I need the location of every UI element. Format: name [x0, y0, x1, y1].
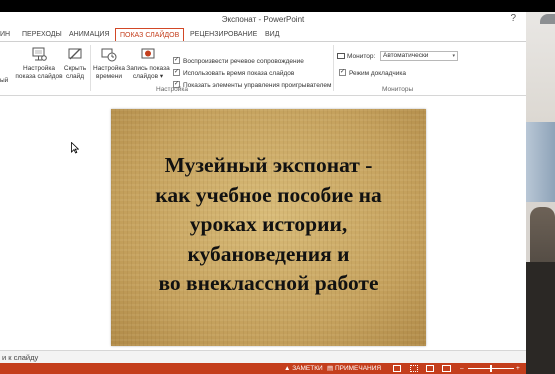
tab-design[interactable]: ИН: [0, 28, 10, 42]
setup-show-label-1: Настройка: [23, 65, 55, 72]
slide-sorter-icon[interactable]: [410, 365, 418, 372]
checkbox-narrations[interactable]: ✓ Воспроизвести речевое сопровождение: [173, 56, 304, 66]
rehearse-label-2: времени: [96, 73, 122, 80]
record-label-1: Запись показа: [126, 65, 170, 72]
slide-title[interactable]: Музейный экспонат - как учебное пособие …: [111, 151, 426, 299]
powerpoint-window: Экспонат - PowerPoint ? ИН ПЕРЕХОДЫ АНИМ…: [0, 12, 526, 374]
monitor-icon: [337, 53, 345, 60]
tab-transitions[interactable]: ПЕРЕХОДЫ: [22, 28, 62, 42]
title-bar: Экспонат - PowerPoint ?: [0, 12, 526, 28]
zoom-slider-thumb[interactable]: [490, 365, 492, 372]
zoom-in-button[interactable]: +: [516, 364, 520, 373]
ribbon-separator: [333, 45, 334, 91]
chevron-down-icon: ▾: [452, 53, 455, 59]
zoom-out-button[interactable]: –: [460, 364, 464, 373]
slide-canvas[interactable]: Музейный экспонат - как учебное пособие …: [111, 109, 426, 346]
checkbox-use-timings[interactable]: ✓ Использовать время показа слайдов: [173, 68, 295, 78]
setup-slide-show-button[interactable]: Настройка показа слайдов: [15, 46, 63, 81]
checkbox-presenter-view[interactable]: ✓ Режим докладчика: [339, 68, 406, 78]
webcam-background: [526, 12, 555, 122]
custom-show-button-partial[interactable]: ый: [0, 77, 8, 85]
mouse-cursor-icon: [71, 142, 79, 154]
slide-title-line: уроках истории,: [189, 212, 348, 236]
notes-pane[interactable]: и к слайду: [0, 350, 526, 363]
screen: Экспонат - PowerPoint ? ИН ПЕРЕХОДЫ АНИМ…: [0, 0, 555, 374]
lamp-image: [540, 14, 555, 24]
narrations-label: Воспроизвести речевое сопровождение: [183, 58, 304, 65]
tab-view[interactable]: ВИД: [265, 28, 279, 42]
monitor-select-value: Автоматически: [383, 52, 429, 59]
help-button[interactable]: ?: [510, 13, 516, 24]
media-controls-label: Показать элементы управления проигрывате…: [183, 82, 332, 89]
record-label-2: слайдов: [132, 73, 159, 80]
setup-show-icon: [31, 46, 47, 62]
hide-slide-label-1: Скрыть: [63, 65, 87, 72]
monitor-select[interactable]: Автоматически ▾: [380, 51, 458, 61]
monitor-field: Монитор:: [337, 52, 375, 61]
chevron-down-icon[interactable]: ▾: [160, 73, 163, 80]
presenter-view-label: Режим докладчика: [349, 70, 406, 77]
notes-toggle-button[interactable]: ▲ ЗАМЕТКИ: [284, 364, 323, 373]
reading-view-icon[interactable]: [426, 365, 434, 372]
tab-review[interactable]: РЕЦЕНЗИРОВАНИЕ: [190, 28, 257, 42]
rehearse-label-1: Настройка: [93, 65, 125, 72]
comments-toggle-button[interactable]: ▤ ПРИМЕЧАНИЯ: [327, 364, 381, 373]
slide-title-line: как учебное пособие на: [155, 182, 382, 207]
slide-title-line: во внеклассной работе: [158, 271, 379, 295]
ribbon-tabs: ИН ПЕРЕХОДЫ АНИМАЦИЯ ПОКАЗ СЛАЙДОВ РЕЦЕН…: [0, 28, 526, 42]
slide-title-line: Музейный экспонат -: [164, 153, 373, 177]
ribbon-separator: [90, 45, 91, 91]
normal-view-icon[interactable]: [393, 365, 401, 372]
notes-icon: ▲: [284, 365, 293, 372]
hide-slide-button[interactable]: Скрыть слайд: [63, 46, 87, 81]
hide-slide-icon: [67, 46, 83, 62]
checkbox-media-controls[interactable]: ✓ Показать элементы управления проигрыват…: [173, 80, 332, 90]
check-icon: ✓: [173, 68, 180, 76]
setup-show-label-2: показа слайдов: [15, 73, 63, 80]
slide-title-line: кубановедения и: [187, 241, 350, 266]
group-label-setup: Настройка: [156, 86, 188, 93]
record-icon: [140, 46, 156, 62]
monitor-label: Монитор:: [347, 53, 376, 60]
ribbon-slide-show: ый Настройка показа слайдов Скрыть слайд…: [0, 42, 526, 96]
comments-toggle-label: ПРИМЕЧАНИЯ: [334, 365, 382, 372]
slideshow-view-icon[interactable]: [442, 365, 451, 372]
window-image: [526, 122, 555, 202]
notes-placeholder: и к слайду: [2, 353, 39, 362]
use-timings-label: Использовать время показа слайдов: [183, 70, 295, 77]
webcam-overlay: [526, 12, 555, 374]
notes-toggle-label: ЗАМЕТКИ: [292, 365, 323, 372]
tab-animations[interactable]: АНИМАЦИЯ: [69, 28, 110, 42]
check-icon: ✓: [173, 56, 180, 64]
tab-slide-show[interactable]: ПОКАЗ СЛАЙДОВ: [115, 28, 185, 42]
comments-icon: ▤: [327, 365, 335, 372]
group-label-monitors: Мониторы: [382, 86, 414, 93]
rehearse-timings-button[interactable]: Настройка времени: [92, 46, 126, 81]
slide-editing-area: Музейный экспонат - как учебное пособие …: [0, 97, 526, 350]
record-slide-show-button[interactable]: Запись показа слайдов ▾: [126, 46, 170, 81]
window-title: Экспонат - PowerPoint: [221, 15, 305, 24]
check-icon: ✓: [339, 68, 346, 76]
webcam-shadow: [526, 262, 555, 374]
status-bar: ▲ ЗАМЕТКИ ▤ ПРИМЕЧАНИЯ – +: [0, 363, 526, 374]
rehearse-icon: [101, 46, 117, 62]
hide-slide-label-2: слайд: [65, 73, 85, 80]
custom-show-label: ый: [0, 77, 9, 84]
